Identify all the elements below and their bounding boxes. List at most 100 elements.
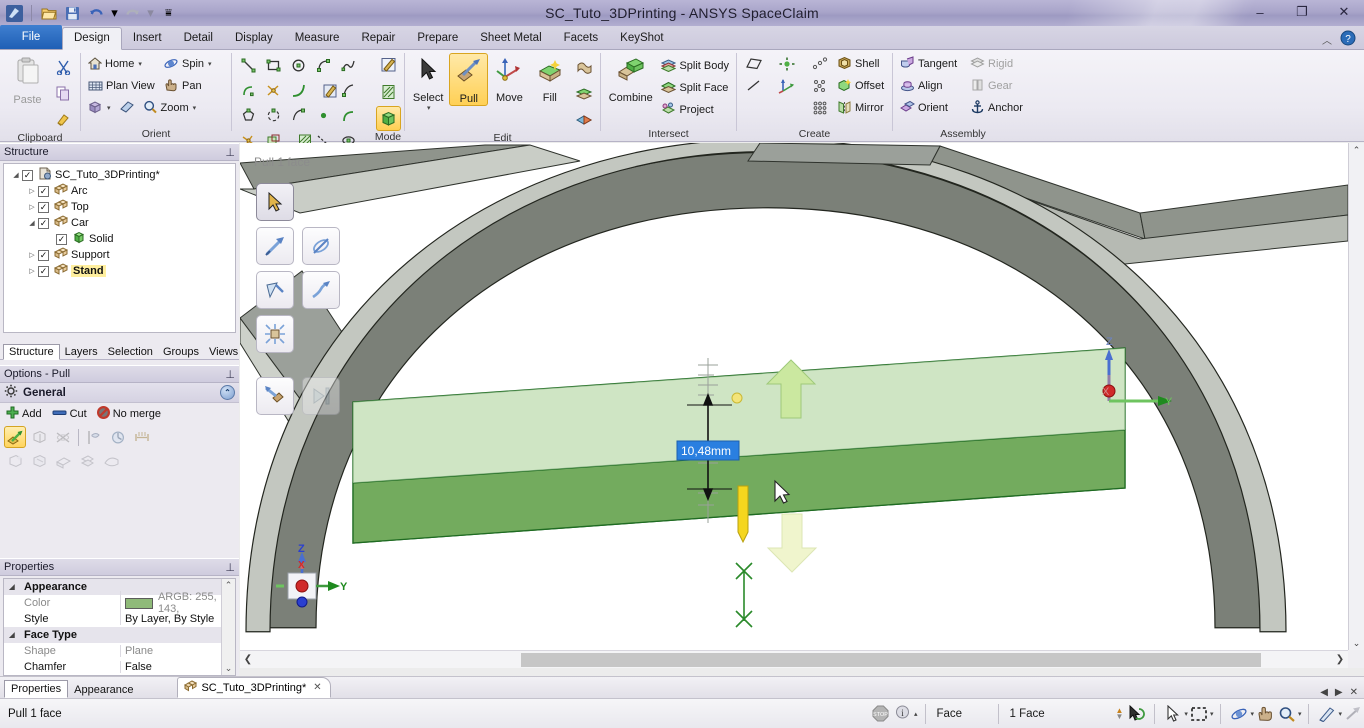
rectangle-tool[interactable] [261,53,286,78]
view-cube-button[interactable]: ▾ [85,98,114,119]
close-button[interactable]: ✕ [1330,2,1358,22]
mirror-button[interactable]: Mirror [834,98,887,119]
redo-icon[interactable] [122,3,143,24]
visibility-checkbox[interactable]: ✓ [38,201,49,213]
revolve-helix-tool[interactable] [52,426,74,448]
corner-rectangle-tool[interactable] [336,103,361,128]
point-cloud-9-button[interactable] [807,96,832,121]
minimize-button[interactable]: – [1246,2,1274,22]
split-body-button[interactable]: Split Body [658,55,732,76]
scroll-right-arrow[interactable]: ❯ [1332,654,1348,665]
expand-arrow[interactable]: ◢ [26,219,38,227]
scale-body-tool[interactable] [256,315,294,353]
undo-icon[interactable] [86,3,107,24]
home-button[interactable]: Home ▾ [85,54,159,75]
pin-icon[interactable]: ⊥ [225,561,235,574]
visibility-checkbox[interactable]: ✓ [38,265,49,277]
gear-button[interactable]: Gear [967,76,1015,97]
viewport-horizontal-scrollbar[interactable]: ❮ ❯ [240,650,1348,668]
spin-button[interactable]: Spin ▾ [161,54,215,75]
shell-button[interactable]: Shell [834,54,882,75]
tree-node-stand[interactable]: ▷ ✓ Stand [4,263,235,279]
ruler-tool[interactable] [131,426,153,448]
chamfer-tool[interactable] [28,450,50,472]
format-painter-button[interactable] [51,107,76,132]
home-caret[interactable]: ▾ [138,60,142,68]
fly-through-icon[interactable] [1342,703,1364,725]
point-tool[interactable] [311,103,336,128]
pull-direction-tool[interactable] [4,426,26,448]
tab-views[interactable]: Views [204,345,243,359]
pointer-icon[interactable] [1162,703,1184,725]
select-caret[interactable]: ▾ [427,104,431,112]
tangent-arc-tool[interactable] [311,53,336,78]
blend-tool[interactable] [100,450,122,472]
stepper-down[interactable]: ▼ [1116,712,1124,720]
three-point-arc-tool[interactable] [261,103,286,128]
shell-stack-button[interactable] [571,107,596,132]
tab-appearance[interactable]: Appearance [68,682,139,698]
open-icon[interactable] [38,3,59,24]
properties-scrollbar[interactable]: ⌃ ⌄ [221,579,235,675]
customize-qat-icon[interactable]: ⩸ [158,3,179,24]
spin-caret[interactable]: ▾ [208,60,212,68]
zoom-button[interactable]: Zoom ▾ [140,98,200,119]
split-face-button[interactable]: Split Face [658,77,732,98]
zoom-caret[interactable]: ▾ [193,104,197,112]
tangent-button[interactable]: Tangent [897,54,965,75]
tab-design[interactable]: Design [62,27,122,50]
tab-close-icon[interactable]: ✕ [1350,687,1358,698]
restore-button[interactable]: ❐ [1288,2,1316,22]
property-value[interactable]: False [120,661,235,673]
pan-button[interactable]: Pan [161,76,205,97]
box-select-icon[interactable] [1188,703,1210,725]
full-pull-tool[interactable] [256,377,294,415]
until-next-tool[interactable] [302,377,340,415]
visibility-checkbox[interactable]: ✓ [22,169,33,181]
hscroll-thumb[interactable] [521,652,1261,667]
scroll-down-arrow[interactable]: ⌄ [1353,636,1361,650]
pull-direction-tool[interactable] [256,227,294,265]
close-icon[interactable]: ✕ [313,682,321,693]
undo-dropdown-caret[interactable]: ▾ [110,3,119,24]
extrude-edge-tool[interactable] [28,426,50,448]
previous-view-button[interactable] [116,98,138,119]
expand-arrow[interactable]: ◢ [4,631,20,639]
blend-button[interactable] [571,55,596,80]
collapse-section-button[interactable]: ⌃ [220,385,235,400]
expand-arrow[interactable]: ▷ [26,251,38,259]
expand-arrow[interactable]: ◢ [4,583,20,591]
tab-sheet-metal[interactable]: Sheet Metal [469,27,552,49]
tab-measure[interactable]: Measure [284,27,351,49]
property-value[interactable]: ARGB: 255, 143, [120,591,235,615]
zoom-view-caret[interactable]: ▾ [1298,710,1302,718]
tab-insert[interactable]: Insert [122,27,173,49]
combine-button[interactable]: Combine [605,53,656,104]
expand-arrow[interactable]: ▷ [26,187,38,195]
pull-button[interactable]: Pull [449,53,489,106]
scroll-down-arrow[interactable]: ⌄ [225,662,233,675]
tree-node-car[interactable]: ◢ ✓ Car [4,215,235,231]
tab-repair[interactable]: Repair [350,27,406,49]
paste-button[interactable]: Paste [4,53,51,106]
scroll-left-arrow[interactable]: ❮ [240,654,256,665]
section-view-icon[interactable] [1316,703,1338,725]
document-tab[interactable]: SC_Tuto_3DPrinting* ✕ [177,677,331,698]
pull-curve-tool[interactable] [302,271,340,309]
offset-all-tool[interactable] [76,450,98,472]
tangent-line-tool[interactable] [336,78,361,103]
property-row-style[interactable]: Style By Layer, By Style [4,611,235,627]
visibility-checkbox[interactable]: ✓ [56,233,67,245]
move-button[interactable]: Move [490,53,528,104]
circle-tool[interactable] [286,53,311,78]
tree-node-support[interactable]: ▷ ✓ Support [4,247,235,263]
spline-tool[interactable] [336,53,361,78]
sweep-tool[interactable] [256,271,294,309]
expand-arrow[interactable]: ▷ [26,203,38,211]
spin-view-icon[interactable] [1228,703,1250,725]
tab-selection[interactable]: Selection [103,345,158,359]
hscroll-track[interactable] [256,652,1332,667]
add-option[interactable]: Add [6,406,42,422]
revolve-tool[interactable] [302,227,340,265]
plan-view-button[interactable]: Plan View [85,76,159,97]
